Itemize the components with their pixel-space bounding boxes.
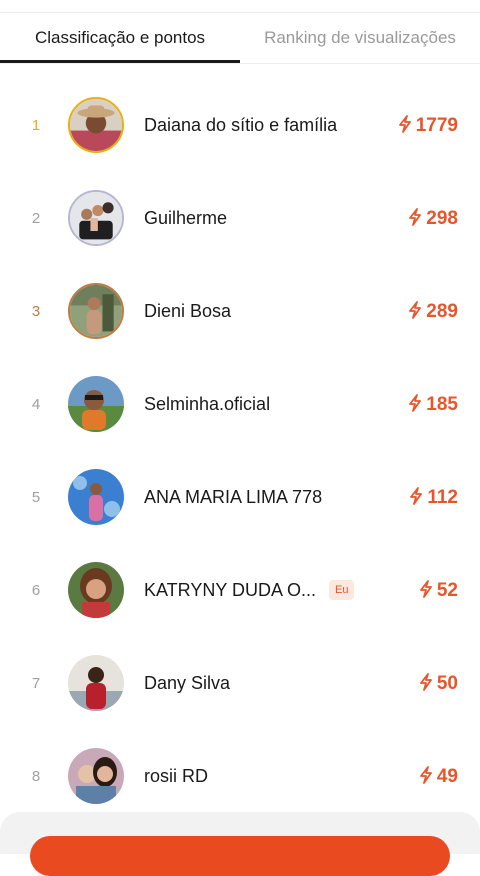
- rank-number: 5: [31, 489, 41, 506]
- score: 298: [408, 172, 458, 265]
- ranking-row[interactable]: 8 rosii RD 49: [0, 730, 480, 823]
- score-value: 112: [427, 487, 458, 508]
- ranking-row[interactable]: 2 Guilherme 298: [0, 172, 480, 265]
- user-name: ANA MARIA LIMA 778: [144, 487, 323, 507]
- score: 289: [408, 265, 458, 358]
- avatar[interactable]: [68, 562, 124, 618]
- score: 1779: [398, 79, 458, 172]
- rank-number: 1: [31, 117, 41, 134]
- rank-number: 3: [31, 303, 41, 320]
- lightning-bolt-icon: [419, 673, 432, 691]
- rank-number: 8: [31, 768, 41, 785]
- ranking-row[interactable]: 3 Dieni Bosa 289: [0, 265, 480, 358]
- user-name: rosii RD: [144, 766, 209, 786]
- rank-number: 7: [31, 675, 41, 692]
- user-name: Dieni Bosa: [144, 301, 232, 321]
- user-name: Selminha.oficial: [144, 394, 271, 414]
- lightning-bolt-icon: [409, 394, 422, 412]
- user-name: Guilherme: [144, 208, 228, 228]
- lightning-bolt-icon: [409, 208, 422, 226]
- lightning-bolt-icon: [410, 487, 423, 505]
- score-value: 298: [426, 208, 458, 229]
- ranking-row[interactable]: 1 Daiana do sítio e família 1779: [0, 79, 480, 172]
- score-value: 289: [426, 301, 458, 322]
- user-name: Daiana do sítio e família: [144, 115, 338, 135]
- avatar[interactable]: [68, 190, 124, 246]
- tab-divider: [0, 63, 480, 64]
- top-divider: [0, 12, 480, 13]
- avatar[interactable]: [68, 469, 124, 525]
- primary-action-button[interactable]: [30, 836, 450, 876]
- avatar[interactable]: [68, 655, 124, 711]
- score-value: 1779: [415, 115, 458, 136]
- rank-number: 6: [31, 582, 41, 599]
- ranking-row[interactable]: 4 Selminha.oficial 185: [0, 358, 480, 451]
- score: 52: [419, 544, 458, 637]
- user-name: Dany Silva: [144, 673, 231, 693]
- tab-bar: Classificação e pontos Ranking de visual…: [0, 14, 480, 62]
- score: 185: [408, 358, 458, 451]
- score: 49: [419, 730, 458, 823]
- lightning-bolt-icon: [419, 766, 432, 784]
- score-value: 50: [436, 673, 458, 694]
- avatar[interactable]: [68, 283, 124, 339]
- score-value: 52: [436, 580, 458, 601]
- ranking-row[interactable]: 6 KATRYNY DUDA O... Eu 52: [0, 544, 480, 637]
- score: 50: [419, 637, 458, 730]
- avatar[interactable]: [68, 376, 124, 432]
- ranking-row[interactable]: 5 ANA MARIA LIMA 778 112: [0, 451, 480, 544]
- avatar[interactable]: [68, 97, 124, 153]
- rank-number: 4: [31, 396, 41, 413]
- current-user-badge: Eu: [329, 580, 355, 600]
- lightning-bolt-icon: [398, 115, 411, 133]
- user-name: KATRYNY DUDA O...: [144, 580, 317, 600]
- tab-classificacao[interactable]: Classificação e pontos: [0, 14, 240, 62]
- tab-ranking-visualizacoes[interactable]: Ranking de visualizações: [240, 14, 480, 62]
- score-value: 49: [436, 766, 458, 787]
- lightning-bolt-icon: [419, 580, 432, 598]
- avatar[interactable]: [68, 748, 124, 804]
- rank-number: 2: [31, 210, 41, 227]
- score-value: 185: [426, 394, 458, 415]
- lightning-bolt-icon: [409, 301, 422, 319]
- score: 112: [409, 451, 458, 544]
- ranking-row[interactable]: 7 Dany Silva 50: [0, 637, 480, 730]
